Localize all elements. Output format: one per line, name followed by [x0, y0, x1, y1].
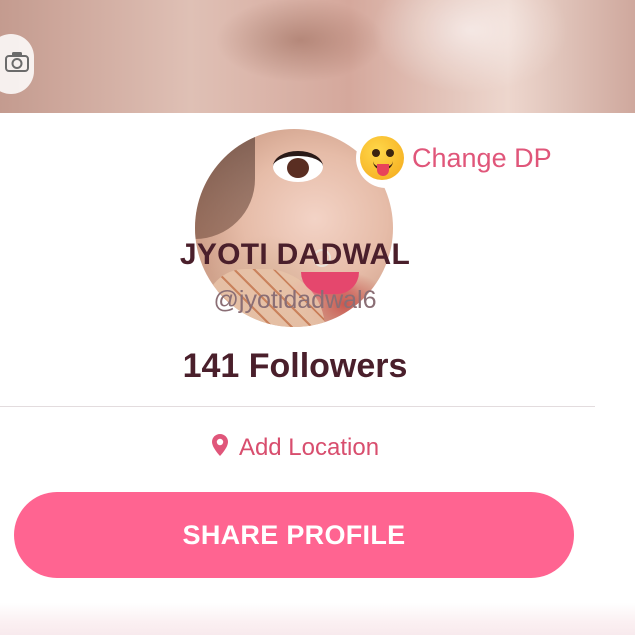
tongue-out-emoji-icon — [360, 136, 404, 180]
location-pin-icon — [211, 433, 229, 462]
share-profile-button[interactable]: SHARE PROFILE — [14, 492, 574, 578]
change-dp-button[interactable]: Change DP — [356, 128, 560, 188]
change-cover-button[interactable] — [0, 34, 34, 94]
cover-photo[interactable] — [0, 0, 635, 113]
change-dp-label: Change DP — [412, 142, 552, 173]
add-location-link[interactable]: Add Location — [0, 433, 590, 462]
section-separator — [0, 603, 635, 635]
add-location-label: Add Location — [238, 433, 380, 461]
divider — [0, 406, 595, 407]
profile-card: Change DP JYOTI DADWAL @jyotidadwal6 141… — [0, 113, 635, 635]
profile-name: JYOTI DADWAL — [179, 238, 411, 271]
camera-icon — [0, 51, 29, 78]
profile-handle: @jyotidadwal6 — [213, 286, 377, 314]
followers-count[interactable]: 141 Followers — [0, 347, 590, 386]
